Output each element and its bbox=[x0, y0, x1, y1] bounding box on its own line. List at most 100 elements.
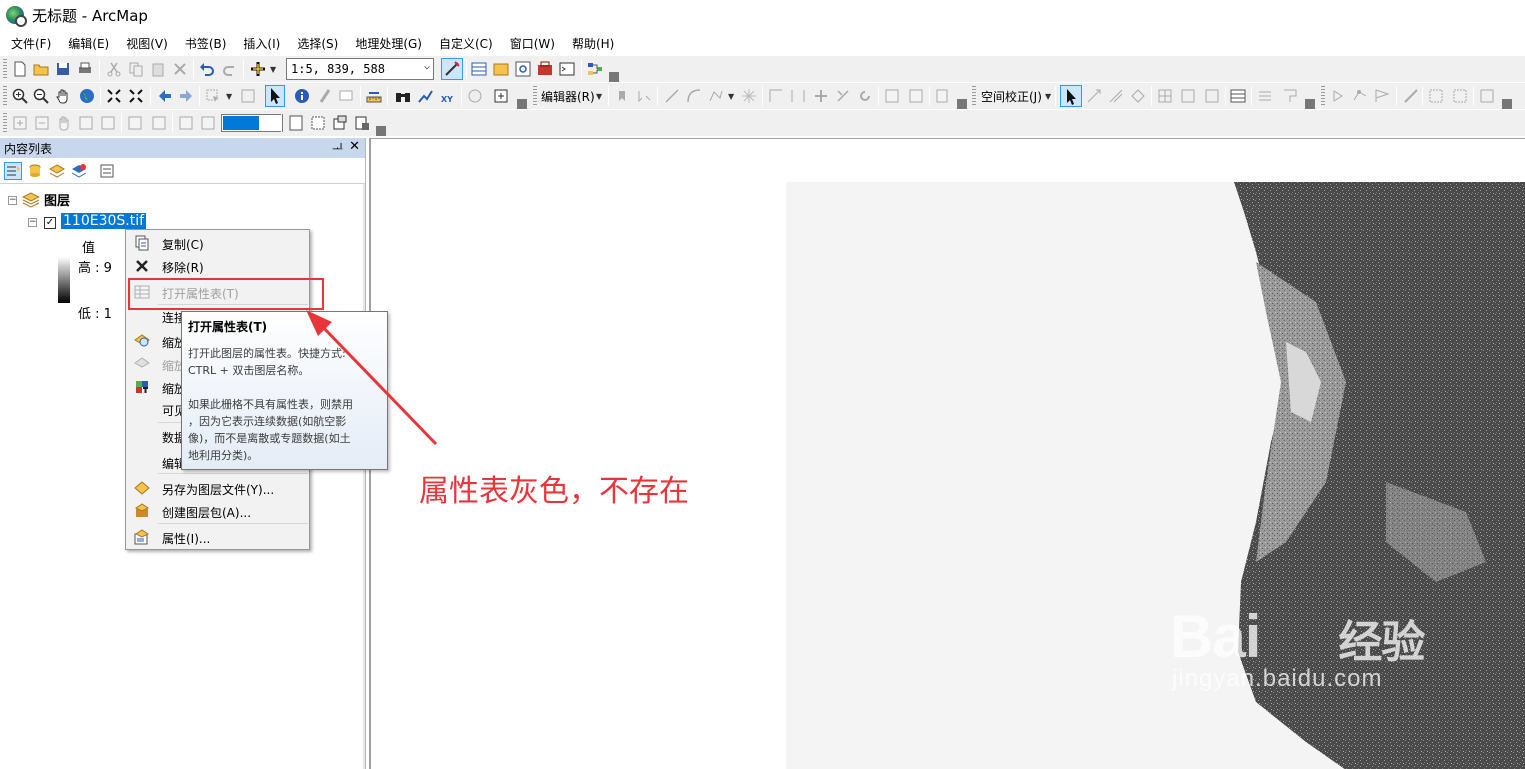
hyperlink-icon[interactable] bbox=[317, 88, 333, 104]
create-viewer-icon[interactable] bbox=[493, 88, 509, 104]
trace-icon[interactable] bbox=[708, 88, 724, 104]
go-forward-extent-icon[interactable] bbox=[200, 115, 216, 131]
editor-dropdown-arrow[interactable]: ▼ bbox=[596, 92, 602, 101]
toolbar-overflow-arrow[interactable] bbox=[957, 99, 967, 109]
select-elements-icon[interactable] bbox=[265, 85, 285, 107]
fixed-zoom-in-layout-icon[interactable] bbox=[127, 115, 143, 131]
go-back-extent-icon[interactable] bbox=[178, 115, 194, 131]
paste-icon[interactable] bbox=[150, 61, 166, 77]
print-icon[interactable] bbox=[77, 61, 93, 77]
toggle-draft-mode-icon[interactable] bbox=[288, 115, 304, 131]
find-binoculars-icon[interactable] bbox=[395, 88, 411, 104]
menu-bookmarks[interactable]: 书签(B) bbox=[174, 35, 233, 52]
menu-item-save-as-layer-file[interactable]: 另存为图层文件(Y)... bbox=[126, 477, 309, 499]
save-icon[interactable] bbox=[55, 61, 71, 77]
straight-segment-icon[interactable] bbox=[664, 88, 680, 104]
zoom-in-icon[interactable] bbox=[12, 88, 28, 104]
layer-visibility-checkbox[interactable]: ✓ bbox=[44, 217, 56, 229]
menu-item-remove[interactable]: 移除(R) bbox=[126, 255, 309, 277]
arctoolbox-icon[interactable] bbox=[537, 61, 553, 77]
toolbar-grip[interactable] bbox=[3, 86, 7, 106]
chevron-down-icon[interactable]: ⌵ bbox=[424, 61, 430, 72]
layout-zoom-percent-field[interactable] bbox=[221, 114, 283, 132]
zoom-out-icon[interactable] bbox=[33, 88, 49, 104]
menu-item-copy[interactable]: 复制(C) bbox=[126, 232, 309, 254]
edit-vertices-icon[interactable] bbox=[768, 88, 784, 104]
select-dropdown-arrow[interactable]: ▼ bbox=[226, 92, 232, 101]
toolbar-grip[interactable] bbox=[1321, 86, 1325, 106]
attribute-transfer-icon[interactable] bbox=[1204, 88, 1220, 104]
toc-scrollbar[interactable] bbox=[363, 184, 365, 769]
add-data-icon[interactable] bbox=[250, 61, 266, 77]
copy-tool-icon[interactable] bbox=[128, 61, 144, 77]
menu-item-create-layer-package[interactable]: 创建图层包(A)... bbox=[126, 500, 309, 522]
edit-tool-icon[interactable] bbox=[614, 88, 630, 104]
fixed-zoom-in-icon[interactable] bbox=[106, 88, 122, 104]
layout-zoom-in-icon[interactable] bbox=[12, 115, 28, 131]
toolbar-overflow-arrow[interactable] bbox=[517, 99, 527, 109]
collapse-toggle-root[interactable]: − bbox=[8, 196, 17, 205]
georeferencing-menu[interactable]: 空间校正(J) bbox=[981, 88, 1042, 105]
end-point-arc-icon[interactable] bbox=[686, 88, 702, 104]
attributes-icon[interactable] bbox=[884, 88, 900, 104]
find-route-icon[interactable] bbox=[417, 88, 433, 104]
change-layout-icon[interactable] bbox=[332, 115, 348, 131]
adjust-icon[interactable] bbox=[1257, 88, 1273, 104]
select-elements-active-icon[interactable] bbox=[1060, 85, 1082, 107]
view-link-table-icon[interactable] bbox=[1230, 88, 1246, 104]
split-icon[interactable] bbox=[835, 88, 851, 104]
menu-customize[interactable]: 自定义(C) bbox=[428, 35, 499, 52]
edit-annotation-icon[interactable] bbox=[636, 88, 652, 104]
menu-help[interactable]: 帮助(H) bbox=[561, 35, 620, 52]
collapse-toggle-layer[interactable]: − bbox=[28, 218, 37, 227]
reshape-icon[interactable] bbox=[790, 88, 806, 104]
edge-match-icon[interactable] bbox=[1180, 88, 1196, 104]
html-popup-icon[interactable] bbox=[338, 88, 354, 104]
toolbar-overflow-arrow[interactable] bbox=[1305, 99, 1315, 109]
list-by-visibility-icon[interactable] bbox=[49, 163, 65, 179]
menu-item-properties[interactable]: 属性(I)... bbox=[126, 526, 309, 548]
construction-dropdown-arrow[interactable]: ▼ bbox=[728, 92, 734, 101]
sketch-properties-icon[interactable] bbox=[908, 88, 924, 104]
toolbar-overflow-arrow[interactable] bbox=[609, 72, 619, 82]
menu-edit[interactable]: 编辑(E) bbox=[57, 35, 115, 52]
zoom-whole-page-icon[interactable] bbox=[78, 115, 94, 131]
list-by-drawing-order-icon[interactable] bbox=[4, 162, 22, 180]
toolbar-overflow-arrow[interactable] bbox=[1502, 99, 1512, 109]
limited-adjustment-icon[interactable] bbox=[1157, 88, 1173, 104]
show-shared-features-icon[interactable] bbox=[1374, 88, 1390, 104]
layout-zoom-out-icon[interactable] bbox=[34, 115, 50, 131]
topology-settings-icon[interactable] bbox=[1479, 88, 1495, 104]
close-icon[interactable]: ✕ bbox=[349, 139, 360, 154]
rotate-icon[interactable] bbox=[857, 88, 873, 104]
new-displacement-link-icon[interactable] bbox=[1086, 88, 1102, 104]
measure-icon[interactable] bbox=[366, 88, 382, 104]
toolbar-grip[interactable] bbox=[3, 113, 7, 133]
toolbar-grip[interactable] bbox=[972, 86, 976, 106]
multi-displacement-icon[interactable] bbox=[1108, 88, 1124, 104]
redo-icon[interactable] bbox=[222, 61, 238, 77]
menu-selection[interactable]: 选择(S) bbox=[286, 35, 344, 52]
back-arrow-icon[interactable] bbox=[157, 88, 173, 104]
list-by-selection-icon[interactable] bbox=[71, 163, 87, 179]
menu-windows[interactable]: 窗口(W) bbox=[499, 35, 561, 52]
pin-icon[interactable]: ᆚ bbox=[332, 140, 343, 157]
layer-name-selected[interactable]: 110E30S.tif bbox=[61, 213, 147, 229]
fixed-zoom-out-layout-icon[interactable] bbox=[151, 115, 167, 131]
modelbuilder-icon[interactable] bbox=[587, 61, 603, 77]
full-extent-globe-icon[interactable] bbox=[79, 88, 95, 104]
fixed-zoom-out-icon[interactable] bbox=[128, 88, 144, 104]
identity-link-icon[interactable] bbox=[1130, 88, 1146, 104]
toc-options-icon[interactable] bbox=[99, 163, 115, 179]
list-by-source-icon[interactable] bbox=[27, 163, 43, 179]
identify-icon[interactable] bbox=[294, 88, 310, 104]
go-to-xy-icon[interactable]: XY bbox=[440, 88, 456, 104]
create-features-icon[interactable] bbox=[935, 88, 951, 104]
table-of-contents-icon[interactable] bbox=[471, 61, 487, 77]
toolbar-overflow-arrow[interactable] bbox=[376, 126, 386, 136]
map-scale-combobox[interactable]: 1:5, 839, 588 ⌵ bbox=[286, 58, 434, 80]
topology-edit-icon[interactable] bbox=[1330, 88, 1346, 104]
editor-menu[interactable]: 编辑器(R) bbox=[541, 88, 595, 105]
error-inspector-icon[interactable] bbox=[1452, 88, 1468, 104]
undo-icon[interactable] bbox=[199, 61, 215, 77]
